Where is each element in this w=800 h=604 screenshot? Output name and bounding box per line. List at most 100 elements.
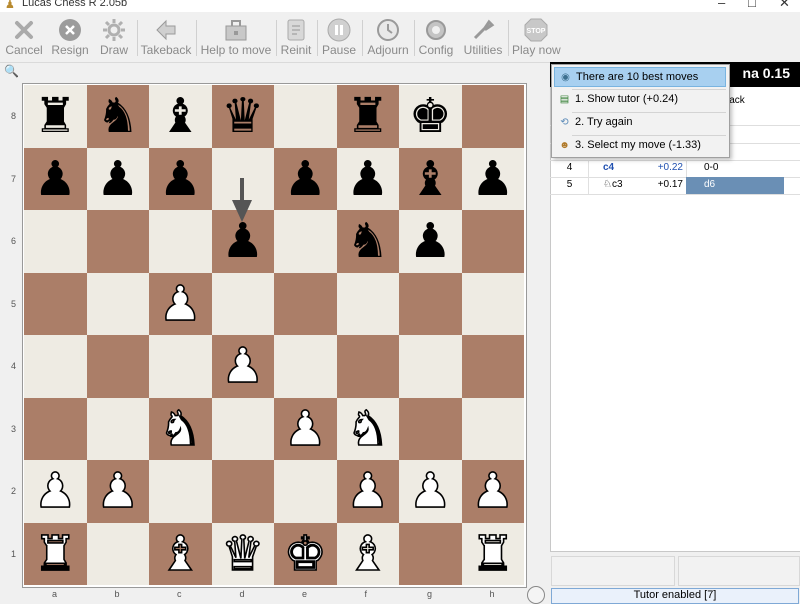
adjourn-button[interactable]: Adjourn [366, 12, 410, 62]
square-a8[interactable]: ♜ [24, 85, 87, 148]
white-knight-icon[interactable]: ♞ [345, 404, 390, 454]
square-g7[interactable]: ♝ [399, 147, 462, 210]
zoom-icon[interactable]: 🔍 [4, 64, 19, 78]
black-bishop-icon[interactable]: ♝ [409, 155, 452, 203]
square-e2[interactable] [274, 460, 337, 523]
black-bishop-icon[interactable]: ♝ [159, 92, 202, 140]
black-knight-icon[interactable]: ♞ [96, 92, 139, 140]
square-d8[interactable]: ♛ [211, 85, 274, 148]
square-g2[interactable]: ♟ [399, 460, 462, 523]
help-to-move-button[interactable]: Help to move [200, 12, 272, 62]
square-d3[interactable] [211, 397, 274, 460]
black-rook-icon[interactable]: ♜ [346, 92, 389, 140]
square-c6[interactable] [149, 210, 212, 273]
square-g6[interactable]: ♟ [399, 210, 462, 273]
chess-board[interactable]: ♜ ♞ ♝ ♛ ♜ ♚ ♟ ♟ ♟ ♟ ♟ ♝ ♟ ♟ ♞ ♟ ♟ ♟ ♞ ♟ ♞ ♟ ♟ ♟ ♟ ♟ ♜ ♝ ♛ ♚ ♝ ♜ [24, 85, 524, 585]
config-button[interactable]: Config [418, 12, 454, 62]
square-a3[interactable] [24, 397, 87, 460]
square-d5[interactable] [211, 272, 274, 335]
black-king-icon[interactable]: ♚ [409, 92, 452, 140]
square-f6[interactable]: ♞ [336, 210, 399, 273]
square-e8[interactable] [274, 85, 337, 148]
menu-item-best-moves[interactable]: ◉ There are 10 best moves [554, 67, 726, 87]
square-e3[interactable]: ♟ [274, 397, 337, 460]
square-h8[interactable] [461, 85, 524, 148]
square-h3[interactable] [461, 397, 524, 460]
square-h6[interactable] [461, 210, 524, 273]
square-a2[interactable]: ♟ [24, 460, 87, 523]
white-pawn-icon[interactable]: ♟ [470, 466, 515, 516]
square-b8[interactable]: ♞ [86, 85, 149, 148]
square-c2[interactable] [149, 460, 212, 523]
white-pawn-icon[interactable]: ♟ [408, 466, 453, 516]
panel-button-right[interactable] [678, 556, 800, 586]
close-button[interactable]: ✕ [779, 0, 790, 11]
reinit-button[interactable]: Reinit [280, 12, 312, 62]
square-b1[interactable] [86, 522, 149, 585]
square-g4[interactable] [399, 335, 462, 398]
resign-button[interactable]: Resign [50, 12, 90, 62]
square-b3[interactable] [86, 397, 149, 460]
black-pawn-icon[interactable]: ♟ [96, 155, 139, 203]
white-pawn-icon[interactable]: ♟ [33, 466, 78, 516]
menu-item-select-my-move[interactable]: ☻ 3. Select my move (-1.33) [554, 136, 726, 156]
black-pawn-icon[interactable]: ♟ [409, 217, 452, 265]
square-a4[interactable] [24, 335, 87, 398]
square-b5[interactable] [86, 272, 149, 335]
minimize-button[interactable]: – [718, 0, 725, 10]
square-g5[interactable] [399, 272, 462, 335]
white-bishop-icon[interactable]: ♝ [345, 529, 390, 579]
move-row[interactable]: 4 c4 +0.22 0-0 [551, 160, 784, 177]
black-pawn-icon[interactable]: ♟ [284, 155, 327, 203]
panel-button-left[interactable] [551, 556, 675, 586]
square-f3[interactable]: ♞ [336, 397, 399, 460]
square-c1[interactable]: ♝ [149, 522, 212, 585]
square-d2[interactable] [211, 460, 274, 523]
black-pawn-icon[interactable]: ♟ [346, 155, 389, 203]
square-e1[interactable]: ♚ [274, 522, 337, 585]
square-c7[interactable]: ♟ [149, 147, 212, 210]
takeback-button[interactable]: Takeback [140, 12, 192, 62]
white-pawn-icon[interactable]: ♟ [283, 404, 328, 454]
black-move-selected[interactable]: d6 [686, 177, 784, 194]
square-d4[interactable]: ♟ [211, 335, 274, 398]
menu-item-show-tutor[interactable]: ▤ 1. Show tutor (+0.24) [554, 90, 726, 110]
square-h5[interactable] [461, 272, 524, 335]
square-f4[interactable] [336, 335, 399, 398]
square-b7[interactable]: ♟ [86, 147, 149, 210]
square-g3[interactable] [399, 397, 462, 460]
white-move[interactable]: c4 [603, 162, 614, 173]
utilities-button[interactable]: Utilities [462, 12, 504, 62]
move-row[interactable]: 5 ♘c3 +0.17 d6 [551, 177, 784, 194]
square-h1[interactable]: ♜ [461, 522, 524, 585]
square-c4[interactable] [149, 335, 212, 398]
black-pawn-icon[interactable]: ♟ [34, 155, 77, 203]
play-now-button[interactable]: STOP Play now [512, 12, 561, 62]
square-b2[interactable]: ♟ [86, 460, 149, 523]
square-e5[interactable] [274, 272, 337, 335]
square-c5[interactable]: ♟ [149, 272, 212, 335]
white-pawn-icon[interactable]: ♟ [95, 466, 140, 516]
square-a7[interactable]: ♟ [24, 147, 87, 210]
white-rook-icon[interactable]: ♜ [33, 529, 78, 579]
draw-button[interactable]: Draw [94, 12, 134, 62]
maximize-button[interactable]: □ [748, 0, 756, 10]
black-knight-icon[interactable]: ♞ [346, 217, 389, 265]
black-rook-icon[interactable]: ♜ [34, 92, 77, 140]
square-f1[interactable]: ♝ [336, 522, 399, 585]
square-h4[interactable] [461, 335, 524, 398]
square-h7[interactable]: ♟ [461, 147, 524, 210]
black-queen-icon[interactable]: ♛ [221, 92, 264, 140]
white-move[interactable]: ♘c3 [603, 179, 623, 190]
square-a5[interactable] [24, 272, 87, 335]
square-g8[interactable]: ♚ [399, 85, 462, 148]
white-pawn-icon[interactable]: ♟ [158, 279, 203, 329]
white-bishop-icon[interactable]: ♝ [158, 529, 203, 579]
menu-item-try-again[interactable]: ⟲ 2. Try again [554, 113, 726, 133]
white-rook-icon[interactable]: ♜ [470, 529, 515, 579]
square-e6[interactable] [274, 210, 337, 273]
black-pawn-icon[interactable]: ♟ [159, 155, 202, 203]
black-pawn-icon[interactable]: ♟ [471, 155, 514, 203]
cancel-button[interactable]: Cancel [2, 12, 46, 62]
square-e7[interactable]: ♟ [274, 147, 337, 210]
